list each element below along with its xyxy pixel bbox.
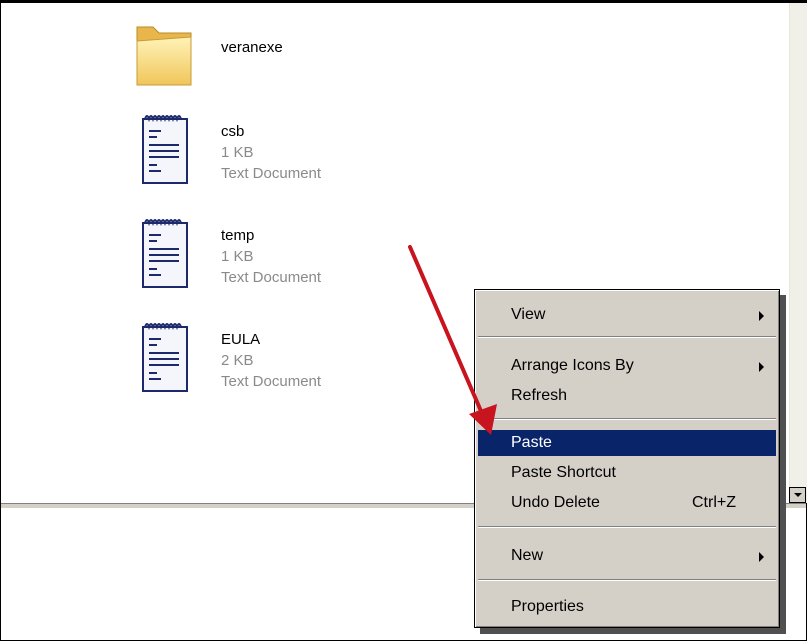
menu-item-label: New [511,547,544,564]
file-name: csb [221,123,245,140]
menu-item-label: Properties [511,598,584,615]
menu-item-label: Paste Shortcut [511,464,616,481]
menu-item-new[interactable]: New [478,543,776,569]
menu-item-label: Paste [511,434,552,451]
file-name: EULA [221,331,261,348]
menu-separator [478,526,776,528]
menu-separator [478,418,776,420]
file-item-temp[interactable]: temp 1 KB Text Document [133,213,321,293]
file-item-eula[interactable]: EULA 2 KB Text Document [133,317,321,397]
file-item-veranexe[interactable]: veranexe [133,13,283,93]
chevron-down-icon [793,493,802,497]
text-document-icon [142,219,188,288]
file-type: Text Document [221,269,322,286]
menu-item-undo-delete[interactable]: Undo Delete Ctrl+Z [478,490,776,516]
menu-item-label: View [511,306,546,323]
menu-item-paste[interactable]: Paste [478,430,776,456]
menu-item-shortcut: Ctrl+Z [692,494,736,511]
file-name: temp [221,227,255,244]
file-item-csb[interactable]: csb 1 KB Text Document [133,109,321,189]
menu-item-label: Undo Delete [511,494,600,511]
menu-item-label: Refresh [511,387,568,404]
vertical-scrollbar[interactable] [789,3,807,503]
text-document-icon [142,115,188,184]
menu-item-label: Arrange Icons By [511,357,634,374]
submenu-arrow-icon [759,552,764,562]
menu-item-view[interactable]: View [478,302,776,328]
file-size: 1 KB [221,248,254,265]
file-type: Text Document [221,165,322,182]
file-size: 2 KB [221,352,254,369]
file-type: Text Document [221,373,322,390]
submenu-arrow-icon [759,362,764,372]
menu-item-arrange-icons-by[interactable]: Arrange Icons By [478,353,776,379]
menu-separator [478,579,776,581]
menu-item-refresh[interactable]: Refresh [478,383,776,409]
menu-separator [478,336,776,338]
submenu-arrow-icon [759,311,764,321]
file-name: veranexe [221,39,283,56]
file-size: 1 KB [221,144,254,161]
menu-item-properties[interactable]: Properties [478,594,776,620]
text-document-icon [142,323,188,392]
scroll-down-button[interactable] [789,487,806,503]
context-menu: View Arrange Icons By Refresh Paste Past… [474,289,780,628]
folder-icon [136,26,192,86]
menu-item-paste-shortcut[interactable]: Paste Shortcut [478,460,776,486]
